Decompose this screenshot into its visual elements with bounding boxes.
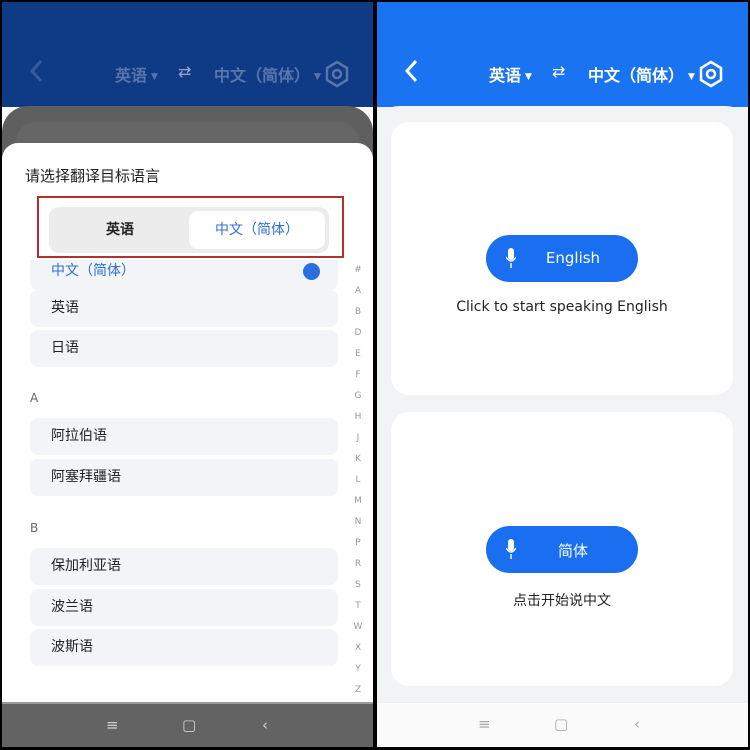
target-language-dropdown[interactable]: 中文（简体） ▼ bbox=[588, 62, 695, 86]
caret-down-icon: ▼ bbox=[688, 71, 695, 82]
voice-translate-screen: 英语 ▼ ⇄ 中文（简体） ▼ English Click to start spe… bbox=[377, 2, 748, 747]
source-language-dropdown[interactable]: 英语 ▼ bbox=[489, 62, 532, 86]
home-icon[interactable]: ▢ bbox=[182, 716, 196, 734]
header: 英语 ▼ ⇄ 中文（简体） ▼ bbox=[377, 2, 748, 107]
target-language-dropdown[interactable]: 中文（简体） ▼ bbox=[214, 62, 321, 86]
list-item[interactable]: 波兰语 bbox=[30, 589, 338, 626]
item-label: 英语 bbox=[51, 300, 79, 316]
index-letter[interactable]: Y bbox=[348, 664, 368, 674]
chinese-hint: 点击开始说中文 bbox=[513, 593, 611, 609]
index-letter[interactable]: # bbox=[348, 265, 368, 275]
segment-source[interactable]: 英语 bbox=[53, 211, 187, 249]
index-letter[interactable]: S bbox=[348, 580, 368, 590]
item-label: 阿拉伯语 bbox=[51, 428, 107, 444]
caret-down-icon: ▼ bbox=[151, 71, 158, 82]
speak-chinese-button[interactable]: 简体 bbox=[486, 526, 638, 573]
menu-icon[interactable]: ≡ bbox=[478, 715, 491, 733]
list-item[interactable]: 阿塞拜疆语 bbox=[30, 459, 338, 496]
index-letter[interactable]: M bbox=[348, 496, 368, 506]
item-label: 波兰语 bbox=[51, 599, 93, 615]
index-letter[interactable]: F bbox=[348, 370, 368, 380]
home-icon[interactable]: ▢ bbox=[554, 715, 568, 733]
caret-down-icon: ▼ bbox=[314, 71, 321, 82]
list-item[interactable]: 日语 bbox=[30, 330, 338, 367]
language-picker-screen: 英语 ▼ ⇄ 中文（简体） ▼ 请选择翻译目标语言 英语 中文（简体） 中文（简体）… bbox=[2, 2, 373, 747]
segment-target[interactable]: 中文（简体） bbox=[189, 211, 325, 249]
index-letter[interactable]: P bbox=[348, 538, 368, 548]
item-label: 中文（简体） bbox=[51, 263, 135, 279]
item-label: 波斯语 bbox=[51, 639, 93, 655]
list-item[interactable]: 阿拉伯语 bbox=[30, 418, 338, 455]
back-nav-icon[interactable]: ‹ bbox=[262, 716, 268, 734]
index-letter[interactable]: L bbox=[348, 475, 368, 485]
section-header: B bbox=[30, 521, 39, 535]
index-letter[interactable]: E bbox=[348, 349, 368, 359]
settings-icon[interactable] bbox=[698, 60, 724, 88]
index-letter[interactable]: H bbox=[348, 412, 368, 422]
list-item[interactable]: 波斯语 bbox=[30, 629, 338, 666]
back-nav-icon[interactable]: ‹ bbox=[634, 715, 640, 733]
back-icon[interactable] bbox=[28, 58, 56, 86]
index-letter[interactable]: B bbox=[348, 307, 368, 317]
index-letter[interactable]: D bbox=[348, 328, 368, 338]
swap-icon[interactable]: ⇄ bbox=[178, 62, 191, 81]
list-item[interactable]: 保加利亚语 bbox=[30, 548, 338, 585]
check-icon bbox=[303, 263, 320, 280]
index-letter[interactable]: J bbox=[348, 433, 368, 443]
header: 英语 ▼ ⇄ 中文（简体） ▼ bbox=[2, 2, 373, 107]
source-language-label: 英语 bbox=[489, 66, 522, 85]
section-header: A bbox=[30, 391, 39, 405]
target-language-label: 中文（简体） bbox=[214, 66, 311, 85]
source-language-dropdown[interactable]: 英语 ▼ bbox=[115, 62, 158, 86]
index-letter[interactable]: A bbox=[348, 286, 368, 296]
swap-icon[interactable]: ⇄ bbox=[552, 62, 565, 81]
caret-down-icon: ▼ bbox=[525, 71, 532, 82]
english-card: English Click to start speaking English bbox=[391, 122, 733, 395]
item-label: 保加利亚语 bbox=[51, 558, 121, 574]
index-letter[interactable]: N bbox=[348, 517, 368, 527]
button-label: 简体 bbox=[557, 542, 588, 560]
menu-icon[interactable]: ≡ bbox=[106, 716, 119, 734]
speak-english-button[interactable]: English bbox=[486, 235, 638, 282]
chinese-card: 简体 点击开始说中文 bbox=[391, 412, 733, 686]
language-list[interactable]: 中文（简体） 英语 日语 A 阿拉伯语 阿塞拜疆语 B 保加利亚语 波兰语 波斯… bbox=[2, 260, 342, 703]
system-nav-bar: ≡ ▢ ‹ bbox=[2, 702, 373, 747]
list-item[interactable]: 英语 bbox=[30, 290, 338, 327]
settings-icon[interactable] bbox=[324, 60, 350, 88]
source-language-label: 英语 bbox=[115, 66, 148, 85]
index-letter[interactable]: R bbox=[348, 559, 368, 569]
button-label: English bbox=[545, 249, 601, 267]
target-language-label: 中文（简体） bbox=[588, 66, 685, 85]
index-letter[interactable]: X bbox=[348, 643, 368, 653]
list-item[interactable]: 中文（简体） bbox=[30, 260, 338, 290]
item-label: 日语 bbox=[51, 340, 79, 356]
index-letter[interactable]: K bbox=[348, 454, 368, 464]
english-hint: Click to start speaking English bbox=[456, 299, 668, 315]
item-label: 阿塞拜疆语 bbox=[51, 469, 121, 485]
sheet-title: 请选择翻译目标语言 bbox=[25, 167, 161, 185]
system-nav-bar: ≡ ▢ ‹ bbox=[377, 702, 748, 747]
index-letter[interactable]: W bbox=[348, 622, 368, 632]
language-segmented-control: 英语 中文（简体） bbox=[49, 207, 329, 253]
index-letter[interactable]: T bbox=[348, 601, 368, 611]
index-letter[interactable]: Z bbox=[348, 685, 368, 695]
back-icon[interactable] bbox=[403, 58, 431, 86]
index-letter[interactable]: G bbox=[348, 391, 368, 401]
